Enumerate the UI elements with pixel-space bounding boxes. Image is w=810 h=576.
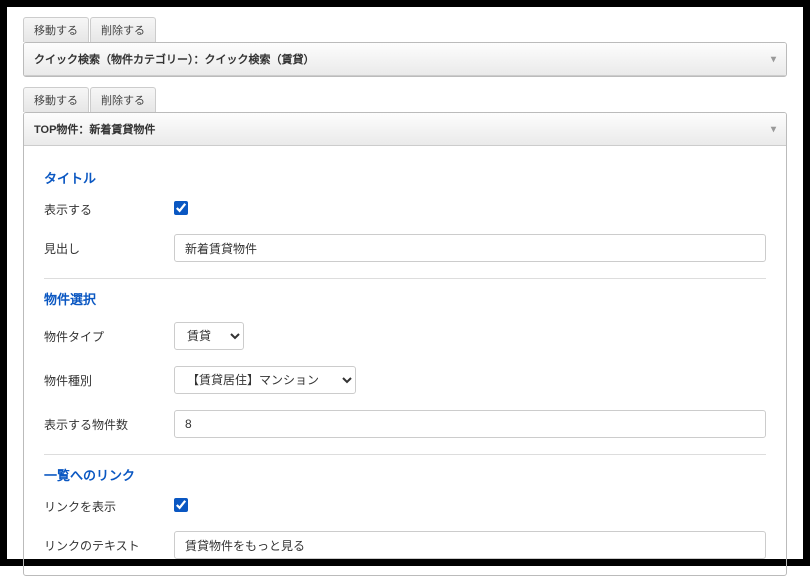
move-tab[interactable]: 移動する xyxy=(23,17,89,42)
divider xyxy=(44,454,766,455)
chevron-down-icon[interactable]: ▾ xyxy=(771,54,776,65)
quick-search-panel-header[interactable]: クイック検索（物件カテゴリー）：クイック検索（賃貸） ▾ xyxy=(24,43,786,76)
row-headline: 見出し xyxy=(44,234,766,262)
input-headline[interactable] xyxy=(174,234,766,262)
input-count[interactable] xyxy=(174,410,766,438)
row-property-type: 物件タイプ 賃貸 xyxy=(44,322,766,350)
quick-search-block: 移動する 削除する クイック検索（物件カテゴリー）：クイック検索（賃貸） ▾ xyxy=(23,17,787,77)
row-property-kind: 物件種別 【賃貸居住】マンション xyxy=(44,366,766,394)
top-property-panel-body: タイトル 表示する 見出し 物件選択 物件タイプ 賃貸 xyxy=(24,146,786,575)
label-link-show: リンクを表示 xyxy=(44,498,174,515)
row-link-show: リンクを表示 xyxy=(44,498,766,515)
delete-tab[interactable]: 削除する xyxy=(90,17,156,42)
section-heading-title: タイトル xyxy=(44,168,766,187)
row-title-show: 表示する xyxy=(44,201,766,218)
checkbox-link-show[interactable] xyxy=(174,498,188,512)
label-count: 表示する物件数 xyxy=(44,416,174,433)
top-property-panel-header[interactable]: TOP物件：新着賃貸物件 ▾ xyxy=(24,113,786,146)
label-headline: 見出し xyxy=(44,240,174,257)
chevron-down-icon[interactable]: ▾ xyxy=(771,124,776,135)
checkbox-title-show[interactable] xyxy=(174,201,188,215)
label-property-kind: 物件種別 xyxy=(44,372,174,389)
divider xyxy=(44,278,766,279)
input-link-text[interactable] xyxy=(174,531,766,559)
block2-tabs: 移動する 削除する xyxy=(23,87,787,112)
label-link-text: リンクのテキスト xyxy=(44,537,174,554)
section-heading-link: 一覧へのリンク xyxy=(44,465,766,484)
section-heading-select: 物件選択 xyxy=(44,289,766,308)
delete-tab[interactable]: 削除する xyxy=(90,87,156,112)
select-property-type[interactable]: 賃貸 xyxy=(174,322,244,350)
select-property-kind[interactable]: 【賃貸居住】マンション xyxy=(174,366,356,394)
row-link-text: リンクのテキスト xyxy=(44,531,766,559)
move-tab[interactable]: 移動する xyxy=(23,87,89,112)
label-property-type: 物件タイプ xyxy=(44,328,174,345)
label-title-show: 表示する xyxy=(44,201,174,218)
quick-search-panel: クイック検索（物件カテゴリー）：クイック検索（賃貸） ▾ xyxy=(23,42,787,77)
top-property-panel: TOP物件：新着賃貸物件 ▾ タイトル 表示する 見出し 物件選択 xyxy=(23,112,787,576)
row-count: 表示する物件数 xyxy=(44,410,766,438)
top-property-block: 移動する 削除する TOP物件：新着賃貸物件 ▾ タイトル 表示する 見出し xyxy=(23,87,787,576)
top-property-title: TOP物件：新着賃貸物件 xyxy=(34,121,155,137)
quick-search-title: クイック検索（物件カテゴリー）：クイック検索（賃貸） xyxy=(34,51,315,67)
block1-tabs: 移動する 削除する xyxy=(23,17,787,42)
